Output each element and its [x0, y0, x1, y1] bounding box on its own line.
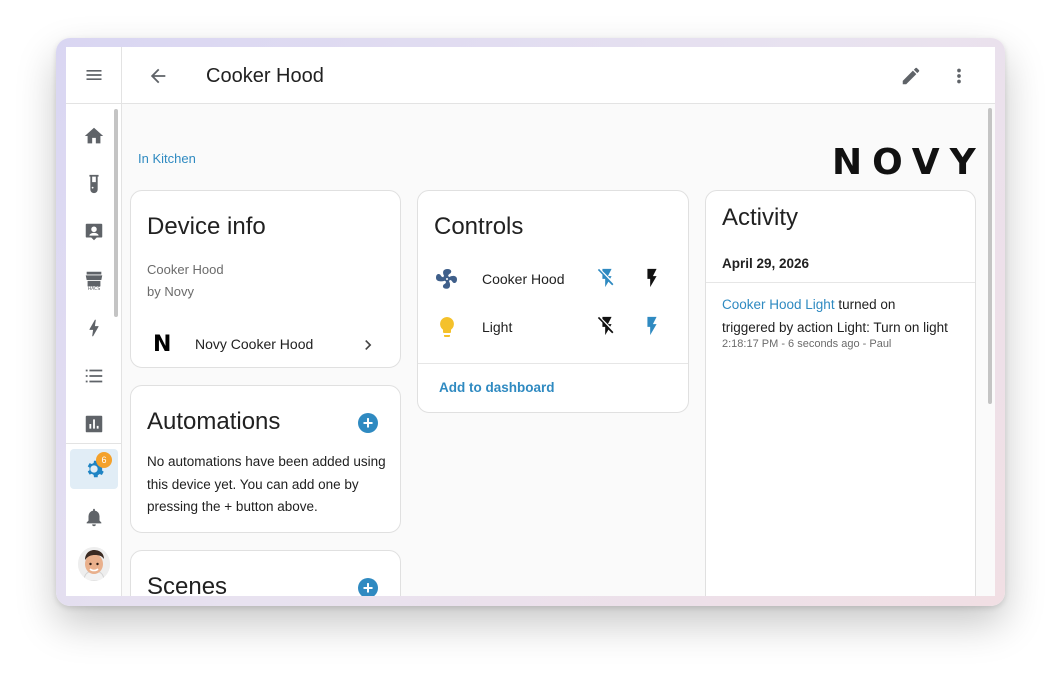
lightning-bolt-icon [89, 319, 99, 337]
arrow-left-icon [150, 68, 166, 84]
add-automation-button[interactable]: + [358, 413, 378, 433]
memoji-avatar-icon [78, 547, 110, 581]
main-scrollbar[interactable] [988, 108, 992, 404]
activity-meta: 2:18:17 PM - 6 seconds ago - Paul [722, 338, 892, 350]
main-content: In Kitchen NOVY Device info Cooker Hood … [122, 104, 995, 596]
hamburger-menu-icon [86, 70, 102, 80]
chevron-right-icon [365, 340, 372, 350]
sidebar-item-settings[interactable]: 6 [66, 447, 122, 491]
activity-card: Activity April 29, 2026 Cooker Hood Ligh… [705, 190, 976, 596]
integration-logo: N [153, 332, 172, 357]
device-manufacturer: by Novy [147, 284, 194, 299]
activity-date: April 29, 2026 [722, 256, 810, 271]
entity-row-light[interactable]: Light [418, 309, 688, 345]
flash-icon[interactable] [641, 267, 663, 289]
activity-title: Activity [722, 204, 799, 231]
area-link[interactable]: In Kitchen [138, 151, 196, 166]
entity-name: Cooker Hood [482, 271, 565, 287]
home-icon [84, 127, 104, 144]
scenes-title: Scenes [147, 573, 228, 596]
add-scene-button[interactable]: + [358, 578, 378, 596]
scenes-card: Scenes + [130, 550, 401, 596]
back-button[interactable] [138, 56, 178, 96]
bell-icon [86, 508, 102, 527]
automations-empty-text: No automations have been added using thi… [147, 454, 386, 514]
sidebar-item-history[interactable] [66, 402, 122, 446]
sidebar-item-notifications[interactable] [66, 495, 122, 539]
svg-text:HACS: HACS [88, 286, 101, 291]
entity-name: Light [482, 319, 513, 335]
flask-icon [89, 174, 99, 194]
sidebar-scrollbar[interactable] [114, 109, 118, 317]
device-model: Cooker Hood [147, 262, 224, 277]
app-window: HACS 6 Cooker Hood In Kitchen NOVY Devic… [66, 47, 995, 596]
top-app-bar: Cooker Hood [122, 47, 995, 104]
flash-off-icon[interactable] [596, 315, 618, 337]
integration-row[interactable]: N Novy Cooker Hood [131, 327, 400, 361]
activity-entry: Cooker Hood Light turned on triggered by… [722, 294, 967, 339]
user-avatar[interactable] [78, 547, 110, 581]
device-info-title: Device info [147, 213, 266, 240]
chart-box-icon [85, 415, 103, 433]
sidebar: HACS 6 [66, 47, 122, 596]
controls-divider [418, 363, 688, 364]
more-options-button[interactable] [939, 56, 979, 96]
menu-button[interactable] [66, 47, 122, 104]
controls-card: Controls Cooker Hood Light Add to dashbo… [417, 190, 689, 413]
controls-title: Controls [434, 213, 524, 240]
fan-icon [436, 269, 457, 289]
activity-trigger: triggered by action Light: Turn on light [722, 319, 948, 335]
add-to-dashboard-button[interactable]: Add to dashboard [439, 380, 555, 395]
sidebar-item-logbook[interactable] [66, 354, 122, 398]
account-box-icon [85, 223, 103, 241]
page-title: Cooker Hood [206, 65, 324, 87]
activity-action: turned on [834, 297, 896, 312]
notification-badge: 6 [96, 452, 112, 468]
dots-vertical-icon [957, 68, 961, 84]
brand-logo: NOVY [832, 142, 986, 183]
activity-divider [706, 282, 975, 283]
flash-off-icon[interactable] [596, 267, 618, 289]
automations-card: Automations + No automations have been a… [130, 385, 401, 533]
edit-button[interactable] [891, 56, 931, 96]
entity-row-cooker-hood[interactable]: Cooker Hood [418, 261, 688, 297]
format-list-icon [85, 369, 103, 383]
device-info-card: Device info Cooker Hood by Novy N Novy C… [130, 190, 401, 368]
pencil-icon [902, 67, 920, 85]
lightbulb-icon [440, 317, 454, 337]
sidebar-divider [66, 443, 122, 444]
hacs-store-icon: HACS [85, 271, 103, 291]
automations-title: Automations [147, 408, 281, 435]
activity-entity-link[interactable]: Cooker Hood Light [722, 297, 835, 312]
flash-icon[interactable] [641, 315, 663, 337]
integration-name: Novy Cooker Hood [195, 336, 314, 352]
